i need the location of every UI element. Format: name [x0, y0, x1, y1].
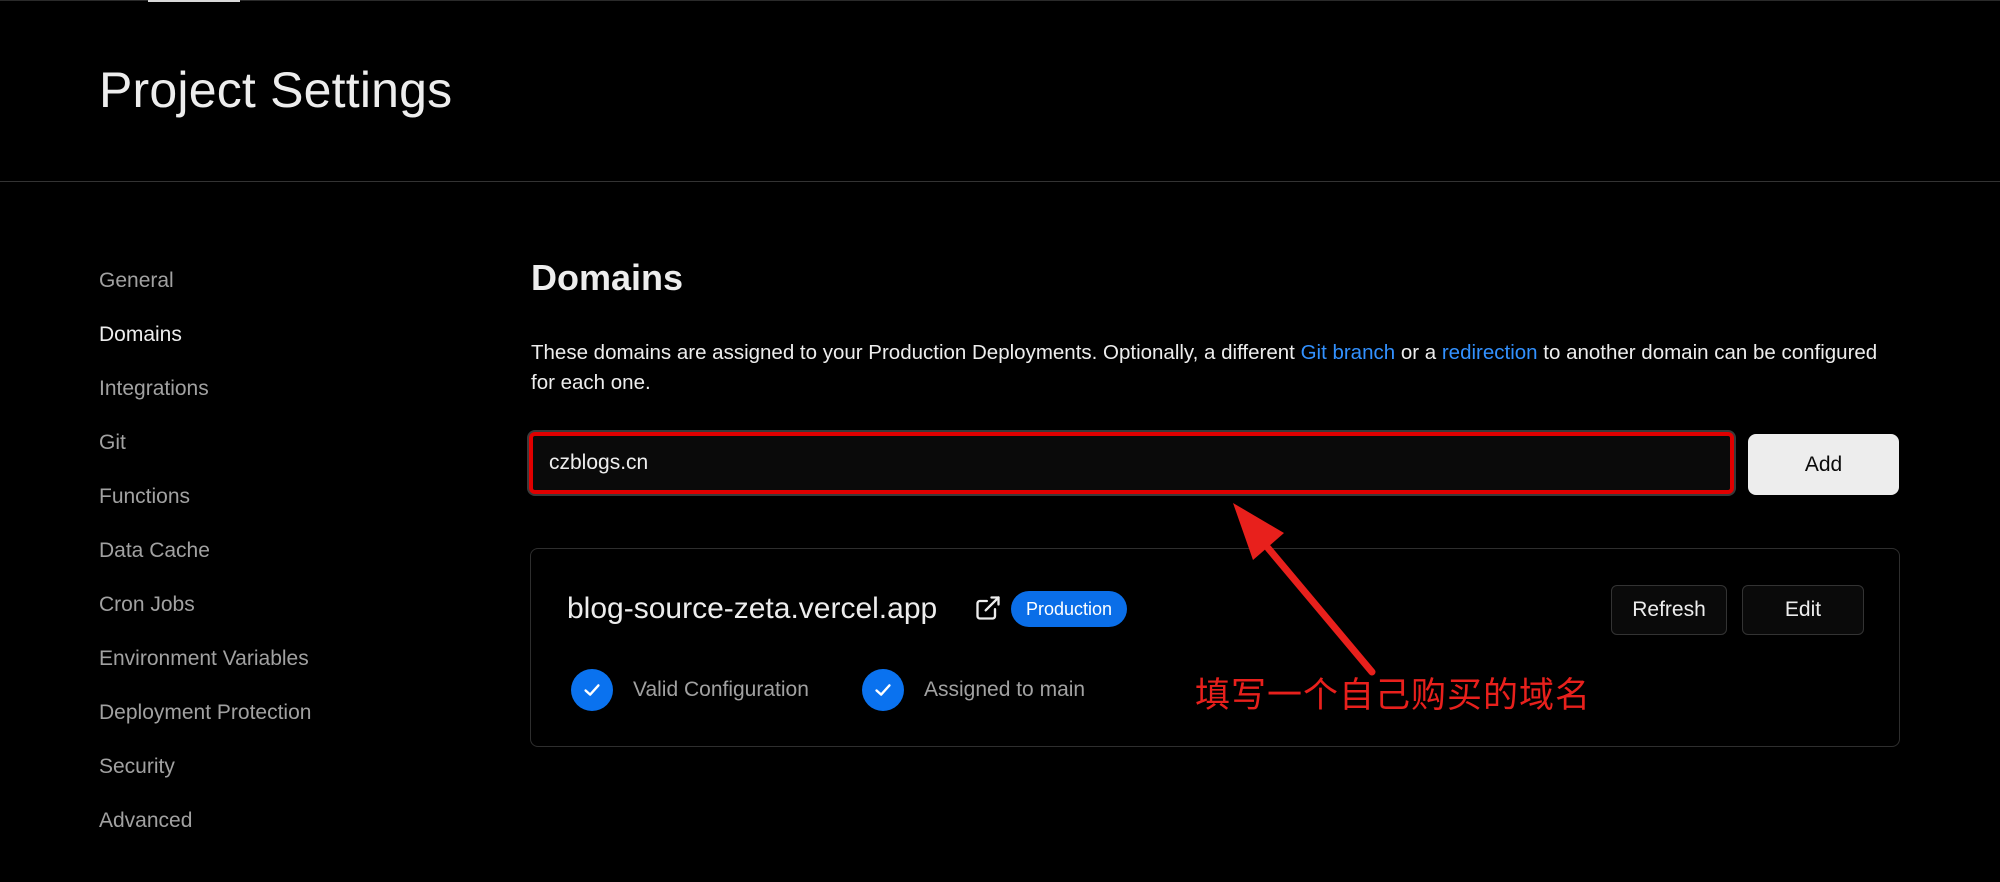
- edit-button[interactable]: Edit: [1742, 585, 1864, 635]
- status-valid-configuration: Valid Configuration: [571, 668, 809, 712]
- domain-input[interactable]: [533, 436, 1730, 490]
- top-border: [0, 0, 2000, 1]
- production-badge: Production: [1011, 591, 1128, 627]
- refresh-button[interactable]: Refresh: [1611, 585, 1727, 635]
- status-label: Assigned to main: [924, 678, 1086, 701]
- description-text-2: or a: [1395, 341, 1442, 364]
- sidebar-item-functions[interactable]: Functions: [99, 478, 429, 532]
- sidebar-item-cron-jobs[interactable]: Cron Jobs: [99, 586, 429, 640]
- sidebar-item-environment-variables[interactable]: Environment Variables: [99, 640, 429, 694]
- external-link-icon[interactable]: [974, 594, 1002, 622]
- active-tab-indicator: [148, 0, 240, 2]
- sidebar-item-domains[interactable]: Domains: [99, 316, 429, 370]
- domains-description: These domains are assigned to your Produ…: [531, 338, 1901, 398]
- sidebar-item-integrations[interactable]: Integrations: [99, 370, 429, 424]
- add-domain-button[interactable]: Add: [1748, 434, 1899, 495]
- sidebar-item-deployment-protection[interactable]: Deployment Protection: [99, 694, 429, 748]
- annotation-text: 填写一个自己购买的域名: [1195, 676, 1592, 716]
- domain-input-highlight: [529, 432, 1734, 494]
- sidebar-item-general[interactable]: General: [99, 262, 429, 316]
- project-settings-page: Project Settings General Domains Integra…: [0, 0, 2000, 882]
- status-assigned-to-main: Assigned to main: [862, 668, 1085, 712]
- section-title: Domains: [531, 257, 684, 298]
- sidebar-item-security[interactable]: Security: [99, 748, 429, 802]
- settings-sidebar: General Domains Integrations Git Functio…: [99, 262, 429, 856]
- check-icon: [862, 669, 904, 711]
- redirection-link[interactable]: redirection: [1442, 341, 1538, 364]
- sidebar-item-data-cache[interactable]: Data Cache: [99, 532, 429, 586]
- status-label: Valid Configuration: [633, 678, 809, 701]
- domain-name-link[interactable]: blog-source-zeta.vercel.app: [567, 589, 937, 629]
- sidebar-item-git[interactable]: Git: [99, 424, 429, 478]
- page-title: Project Settings: [99, 62, 453, 118]
- git-branch-link[interactable]: Git branch: [1301, 341, 1396, 364]
- description-text-1: These domains are assigned to your Produ…: [531, 341, 1301, 364]
- check-icon: [571, 669, 613, 711]
- header-divider: [0, 181, 2000, 182]
- sidebar-item-advanced[interactable]: Advanced: [99, 802, 429, 856]
